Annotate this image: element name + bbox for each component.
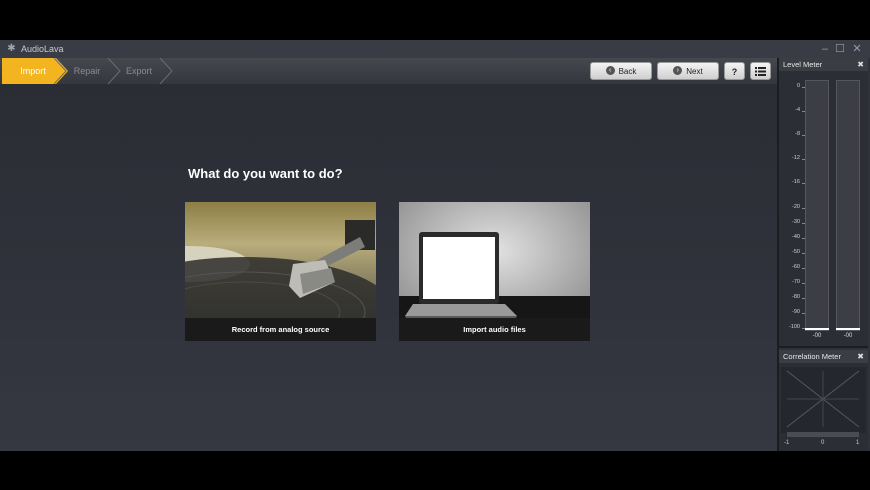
tick-label: -20 (792, 204, 800, 210)
tick-label: -90 (792, 309, 800, 315)
level-meter-header: Level Meter ✖ (779, 58, 868, 71)
wizard-toolbar: Import Repair Export ‹ Back › Next ? (0, 58, 777, 84)
import-audio-card[interactable]: Import audio files (399, 202, 590, 341)
tick-label: -40 (792, 234, 800, 240)
help-button[interactable]: ? (724, 62, 745, 80)
level-meter-title: Level Meter (783, 60, 823, 69)
tick-mark (802, 111, 805, 112)
correlation-meter-panel: Correlation Meter ✖ -1 0 1 (779, 350, 868, 451)
maximize-icon[interactable]: ☐ (833, 42, 847, 56)
next-button[interactable]: › Next (657, 62, 719, 80)
menu-button[interactable] (750, 62, 771, 80)
minimize-icon[interactable]: – (818, 42, 832, 56)
tick-label: -80 (792, 294, 800, 300)
next-button-label: Next (686, 67, 703, 76)
list-icon (755, 67, 766, 76)
correlation-meter-title: Correlation Meter (783, 352, 841, 361)
tick-label: 0 (796, 83, 800, 89)
record-analog-label: Record from analog source (185, 318, 376, 341)
back-button-label: Back (618, 67, 637, 76)
page-title: What do you want to do? (188, 166, 343, 181)
step-export-label: Export (125, 66, 152, 76)
tick-mark (802, 268, 805, 269)
import-audio-label: Import audio files (399, 318, 590, 341)
tick-mark (802, 328, 805, 329)
close-correlation-meter-icon[interactable]: ✖ (857, 350, 864, 363)
title-bar: ✱ AudioLava – ☐ ✕ (0, 40, 870, 58)
tick-mark (802, 208, 805, 209)
window-title: AudioLava (21, 44, 64, 54)
correlation-goniometer (781, 367, 866, 437)
tick-label: -12 (792, 155, 800, 161)
right-channel-readout: -00 (843, 333, 853, 339)
tick-label: -50 (792, 249, 800, 255)
panel-separator (779, 346, 868, 348)
tick-mark (802, 238, 805, 239)
tick-mark (802, 283, 805, 284)
tick-mark (802, 183, 805, 184)
app-window: ✱ AudioLava – ☐ ✕ Import Repair Export ‹… (0, 40, 870, 451)
tick-label: -60 (792, 264, 800, 270)
left-channel-bar (805, 80, 829, 331)
close-level-meter-icon[interactable]: ✖ (857, 58, 864, 71)
back-button[interactable]: ‹ Back (590, 62, 652, 80)
left-channel-level (805, 328, 829, 330)
tick-mark (802, 87, 805, 88)
tick-label: -16 (792, 179, 800, 185)
record-analog-card[interactable]: Record from analog source (185, 202, 376, 341)
tick-label: -30 (792, 219, 800, 225)
correlation-scale-min: -1 (784, 440, 790, 446)
tick-label: -4 (795, 107, 800, 113)
close-icon[interactable]: ✕ (850, 42, 864, 56)
left-channel-readout: -00 (812, 333, 822, 339)
correlation-scale-max: 1 (856, 440, 860, 446)
right-channel-level (836, 328, 860, 330)
tick-mark (802, 159, 805, 160)
tick-mark (802, 313, 805, 314)
tick-mark (802, 253, 805, 254)
correlation-meter-header: Correlation Meter ✖ (779, 350, 868, 363)
correlation-scale-mid: 0 (821, 440, 825, 446)
audiolava-logo-icon: ✱ (7, 43, 16, 54)
arrow-right-icon: › (673, 66, 683, 76)
tick-mark (802, 298, 805, 299)
tick-mark (802, 135, 805, 136)
level-meter-panel: Level Meter ✖ 0 -4 -8 -12 -16 -20 -30 -4… (779, 58, 868, 348)
tick-label: -8 (795, 131, 800, 137)
arrow-left-icon: ‹ (605, 66, 615, 76)
step-export[interactable]: Export (106, 58, 173, 84)
tick-mark (802, 223, 805, 224)
tick-label: -100 (788, 324, 800, 330)
right-channel-bar (836, 80, 860, 331)
main-content: What do you want to do? Record from anal (0, 84, 777, 451)
tick-label: -70 (792, 279, 800, 285)
